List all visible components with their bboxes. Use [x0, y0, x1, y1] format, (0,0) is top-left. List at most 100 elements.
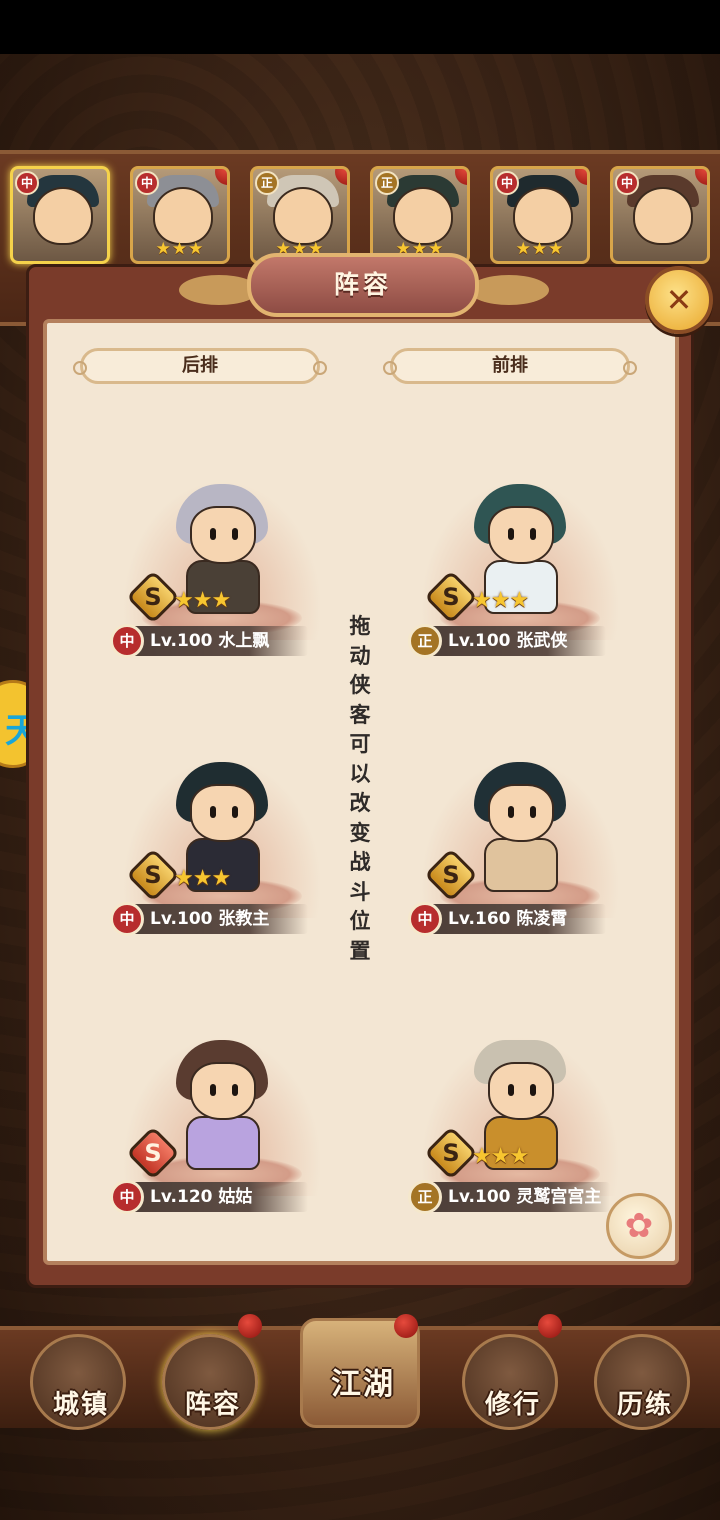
character-level-name: Lv.100 张教主 — [150, 909, 270, 929]
sprite-head — [190, 1062, 256, 1120]
hero-portrait — [393, 187, 453, 245]
nav-label: 城镇 — [52, 1390, 109, 1420]
sprite-body — [186, 1116, 260, 1170]
close-icon: ✕ — [665, 281, 693, 319]
character-card[interactable]: S ★★★ 中 Lv.100 张教主 — [110, 758, 332, 938]
grade-letter: S — [144, 583, 162, 611]
nav-label: 修行 — [484, 1390, 541, 1420]
sprite-eye — [232, 806, 238, 818]
lantern-icon — [335, 169, 347, 185]
faction-badge: 中 — [615, 171, 639, 195]
nav-label: 阵容 — [184, 1390, 241, 1420]
hero-portrait — [513, 187, 573, 245]
character-level-name: Lv.100 灵鹫宫宫主 — [448, 1187, 602, 1207]
nav-label: 江湖 — [331, 1367, 395, 1402]
sprite-head — [488, 1062, 554, 1120]
star-rating: ★★★ — [155, 239, 205, 259]
drag-hint: 拖动侠客可以改变战斗位置 — [349, 614, 371, 963]
character-label: 中 Lv.120 姑姑 — [110, 1180, 308, 1214]
character-level-name: Lv.100 水上飘 — [150, 631, 270, 651]
lantern-icon — [575, 169, 587, 185]
character-level-name: Lv.100 张武侠 — [448, 631, 568, 651]
faction-badge: 中 — [135, 171, 159, 195]
nav-cultivation[interactable]: 修行 — [462, 1334, 558, 1430]
lantern-icon — [394, 1314, 418, 1338]
faction-badge: 正 — [375, 171, 399, 195]
hero-slot[interactable]: 中 — [10, 166, 110, 264]
nav-training[interactable]: 历练 — [594, 1334, 690, 1430]
hero-slot[interactable]: 正 ★★★ — [250, 166, 350, 264]
grade-letter: S — [442, 861, 460, 889]
character-card[interactable]: S ★★★ 正 Lv.100 张武侠 — [408, 480, 630, 660]
nav-label: 历练 — [616, 1390, 673, 1420]
character-sprite — [470, 762, 570, 896]
lantern-icon — [238, 1314, 262, 1338]
faction-badge: 中 — [408, 902, 442, 936]
hero-slot[interactable]: 中 — [610, 166, 710, 264]
hero-portrait — [273, 187, 333, 245]
character-card[interactable]: S ★★★ 正 Lv.100 灵鹫宫宫主 — [408, 1036, 630, 1216]
faction-badge: 正 — [255, 171, 279, 195]
faction-badge: 正 — [408, 624, 442, 658]
faction-badge: 中 — [110, 1180, 144, 1214]
lantern-icon — [695, 169, 707, 185]
sprite-head — [488, 506, 554, 564]
sprite-eye — [232, 1084, 238, 1096]
sprite-eye — [232, 528, 238, 540]
sprite-eye — [508, 528, 514, 540]
dialog-title: 阵容 — [247, 253, 479, 317]
nav-lineup[interactable]: 阵容 — [162, 1334, 258, 1430]
sprite-eye — [210, 806, 216, 818]
star-rating: ★★★ — [472, 1144, 529, 1169]
hero-portrait — [153, 187, 213, 245]
back-row-header: 后排 — [73, 348, 327, 384]
sprite-eye — [210, 1084, 216, 1096]
status-bar — [0, 0, 720, 54]
sprite-head — [190, 506, 256, 564]
star-rating: ★★★ — [515, 239, 565, 259]
grade-letter: S — [144, 861, 162, 889]
hero-slot[interactable]: 正 ★★★ — [370, 166, 470, 264]
star-rating: ★★★ — [472, 588, 529, 613]
title-ornament — [469, 275, 549, 305]
character-level-name: Lv.120 姑姑 — [150, 1187, 253, 1207]
sprite-eye — [530, 1084, 536, 1096]
sprite-eye — [530, 806, 536, 818]
character-label: 正 Lv.100 灵鹫宫宫主 — [408, 1180, 610, 1214]
character-level-name: Lv.160 陈凌霄 — [448, 909, 568, 929]
character-card[interactable]: S 中 Lv.120 姑姑 — [110, 1036, 332, 1216]
character-card[interactable]: S ★★★ 中 Lv.100 水上飘 — [110, 480, 332, 660]
sprite-eye — [530, 528, 536, 540]
sprite-head — [190, 784, 256, 842]
bottom-navigation: 城镇 阵容 江湖 修行 历练 — [0, 1318, 720, 1430]
faction-badge: 中 — [495, 171, 519, 195]
star-rating: ★★★ — [174, 588, 231, 613]
character-label: 中 Lv.100 水上飘 — [110, 624, 308, 658]
lantern-icon — [455, 169, 467, 185]
sprite-head — [488, 784, 554, 842]
sprite-eye — [210, 528, 216, 540]
close-button[interactable]: ✕ — [645, 266, 713, 334]
hero-slot[interactable]: 中 ★★★ — [130, 166, 230, 264]
faction-badge: 中 — [110, 902, 144, 936]
flower-button[interactable]: ✿ — [606, 1193, 672, 1259]
sprite-eye — [508, 1084, 514, 1096]
hero-portrait — [33, 187, 93, 245]
character-label: 中 Lv.100 张教主 — [110, 902, 308, 936]
grade-letter: S — [442, 583, 460, 611]
lantern-icon — [215, 169, 227, 185]
grade-letter: S — [144, 1139, 162, 1167]
faction-badge: 中 — [110, 624, 144, 658]
star-rating: ★★★ — [174, 866, 231, 891]
faction-badge: 中 — [15, 171, 39, 195]
hero-slot[interactable]: 中 ★★★ — [490, 166, 590, 264]
grade-letter: S — [442, 1139, 460, 1167]
flower-icon: ✿ — [624, 1206, 654, 1246]
lantern-icon — [538, 1314, 562, 1338]
nav-town[interactable]: 城镇 — [30, 1334, 126, 1430]
hero-portrait — [633, 187, 693, 245]
front-row-header: 前排 — [383, 348, 637, 384]
character-card[interactable]: S 中 Lv.160 陈凌霄 — [408, 758, 630, 938]
character-label: 中 Lv.160 陈凌霄 — [408, 902, 606, 936]
character-label: 正 Lv.100 张武侠 — [408, 624, 606, 658]
